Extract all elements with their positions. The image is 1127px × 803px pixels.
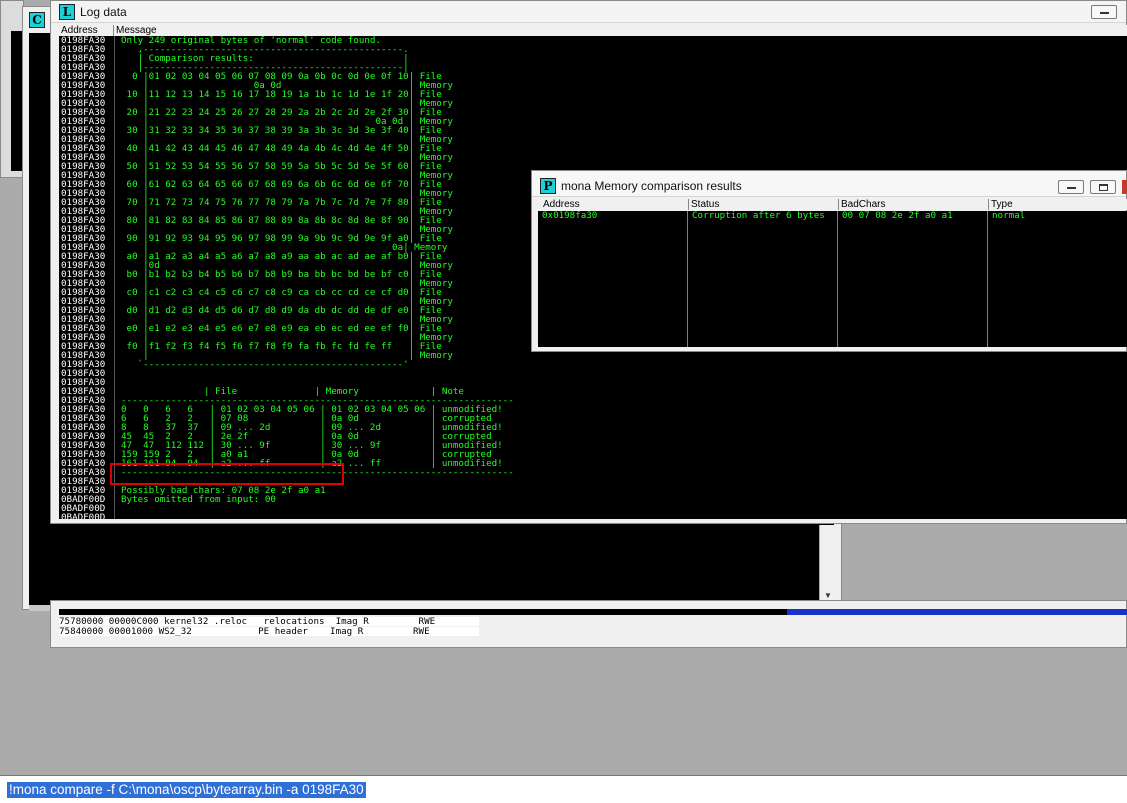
mona-col-address[interactable]: Address	[541, 199, 580, 210]
log-minimize-button[interactable]	[1091, 5, 1117, 19]
vertical-scrollbar[interactable]: ▼	[819, 525, 835, 603]
maximize-icon	[1099, 184, 1108, 191]
mona-maximize-button[interactable]	[1090, 180, 1116, 194]
address-column-header[interactable]: Address	[59, 25, 98, 36]
table-row[interactable]: 0x0198fa30 Corruption after 6 bytes 00 0…	[538, 211, 1127, 221]
row-badchars: 00 07 08 2e 2f a0 a1	[842, 210, 953, 221]
log-window-icon: L	[59, 4, 75, 20]
row-address: 0x0198fa30	[542, 210, 598, 221]
desktop: C ▼ 75780000 00000C000 kernel32 .reloc r…	[0, 0, 1127, 775]
row-status: Corruption after 6 bytes	[692, 210, 825, 221]
cpu-window-icon: C	[29, 12, 45, 28]
left-stub-window[interactable]	[0, 0, 24, 178]
log-address: 0BADF00D	[61, 512, 106, 519]
log-title-bar[interactable]: L Log data	[51, 1, 1126, 23]
log-line: `---------------------------------------…	[121, 359, 409, 370]
bad-chars-highlight-box	[110, 463, 344, 485]
mona-col-status[interactable]: Status	[688, 199, 719, 210]
message-column-header[interactable]: Message	[113, 25, 157, 36]
scroll-down-icon[interactable]: ▼	[824, 591, 832, 600]
mona-minimize-button[interactable]	[1058, 180, 1084, 194]
command-bar[interactable]: !mona compare -f C:\mona\oscp\bytearray.…	[0, 775, 1127, 803]
minimize-icon	[1067, 187, 1076, 189]
log-line: Bytes omitted from input: 00	[121, 494, 276, 505]
mona-window-icon: P	[540, 178, 556, 194]
mona-title-bar[interactable]: P mona Memory comparison results	[532, 171, 1127, 197]
command-input[interactable]: !mona compare -f C:\mona\oscp\bytearray.…	[7, 782, 366, 798]
mona-results-table[interactable]: 0x0198fa30 Corruption after 6 bytes 00 0…	[538, 211, 1127, 347]
mona-col-badchars[interactable]: BadChars	[838, 199, 885, 210]
mona-close-button[interactable]	[1122, 180, 1127, 194]
mona-col-type[interactable]: Type	[988, 199, 1013, 210]
mona-window-title: mona Memory comparison results	[561, 179, 742, 193]
memory-map-row: 75780000 00000C000 kernel32 .reloc reloc…	[59, 617, 479, 626]
log-window-title: Log data	[80, 5, 127, 19]
memory-map-row: 75840000 00001000 WS2_32 PE header Imag …	[59, 627, 479, 636]
row-type: normal	[992, 210, 1026, 221]
mona-results-window[interactable]: P mona Memory comparison results Address…	[531, 170, 1127, 352]
memory-map-window[interactable]: 75780000 00000C000 kernel32 .reloc reloc…	[50, 600, 1127, 648]
log-column-header: Address Message	[59, 25, 1127, 36]
mona-table-header: Address Status BadChars Type	[538, 199, 1127, 210]
minimize-icon	[1100, 12, 1109, 14]
